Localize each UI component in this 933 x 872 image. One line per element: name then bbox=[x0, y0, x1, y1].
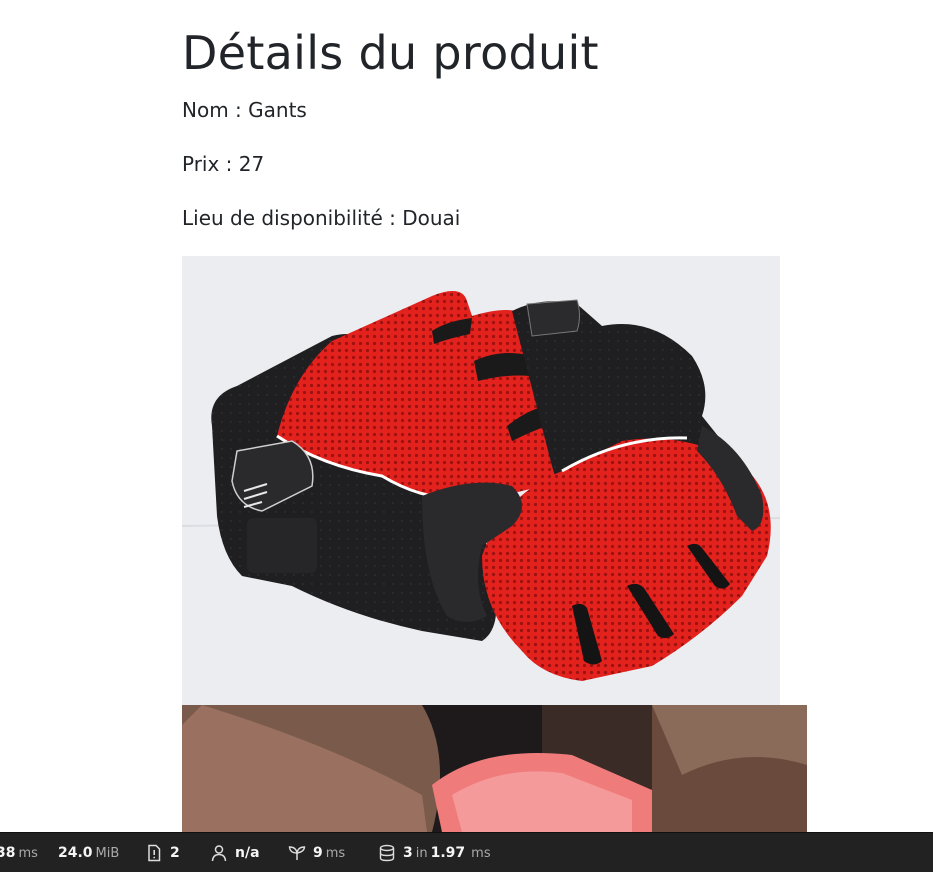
gloves-lifestyle-photo bbox=[182, 705, 807, 832]
product-name-label: Nom bbox=[182, 98, 229, 122]
toolbar-user[interactable]: n/a bbox=[210, 833, 260, 872]
gloves-photo bbox=[182, 256, 780, 705]
toolbar-db-unit: ms bbox=[471, 845, 491, 861]
toolbar-database[interactable]: 3 in 1.97 ms bbox=[378, 833, 491, 872]
toolbar-db-time: 1.97 bbox=[430, 845, 466, 861]
product-price-label: Prix bbox=[182, 152, 220, 176]
toolbar-time-value: 38 bbox=[0, 845, 16, 861]
toolbar-memory[interactable]: 24.0 MiB bbox=[58, 833, 119, 872]
toolbar-db-in: in bbox=[415, 845, 428, 861]
page-title: Détails du produit bbox=[182, 26, 599, 80]
product-location-label: Lieu de disponibilité bbox=[182, 206, 383, 230]
product-name-field: Nom : Gants bbox=[182, 98, 307, 122]
toolbar-user-value: n/a bbox=[235, 845, 260, 861]
twig-leaf-icon bbox=[288, 846, 306, 860]
toolbar-db-queries: 3 bbox=[403, 845, 413, 861]
debug-toolbar: 38 ms 24.0 MiB 2 n/a 9 ms 3 in 1.97 ms bbox=[0, 832, 933, 872]
field-separator: : bbox=[228, 98, 249, 122]
toolbar-twig[interactable]: 9 ms bbox=[288, 833, 345, 872]
toolbar-memory-value: 24.0 bbox=[58, 845, 93, 861]
toolbar-time-unit: ms bbox=[18, 845, 38, 861]
product-location-field: Lieu de disponibilité : Douai bbox=[182, 206, 460, 230]
user-icon bbox=[211, 845, 227, 862]
log-file-icon bbox=[148, 844, 161, 862]
product-price-field: Prix : 27 bbox=[182, 152, 264, 176]
product-price-value: 27 bbox=[238, 152, 265, 176]
toolbar-logs[interactable]: 2 bbox=[145, 833, 180, 872]
toolbar-memory-unit: MiB bbox=[95, 845, 120, 861]
product-name-value: Gants bbox=[248, 98, 307, 122]
toolbar-twig-unit: ms bbox=[325, 845, 346, 861]
field-separator: : bbox=[382, 206, 403, 230]
database-icon bbox=[379, 844, 395, 862]
toolbar-logs-value: 2 bbox=[170, 845, 180, 861]
product-location-value: Douai bbox=[402, 206, 461, 230]
page: Détails du produit Nom : Gants Prix : 27… bbox=[0, 0, 933, 872]
toolbar-time[interactable]: 38 ms bbox=[0, 833, 38, 872]
toolbar-twig-value: 9 bbox=[313, 845, 323, 861]
field-separator: : bbox=[219, 152, 239, 176]
